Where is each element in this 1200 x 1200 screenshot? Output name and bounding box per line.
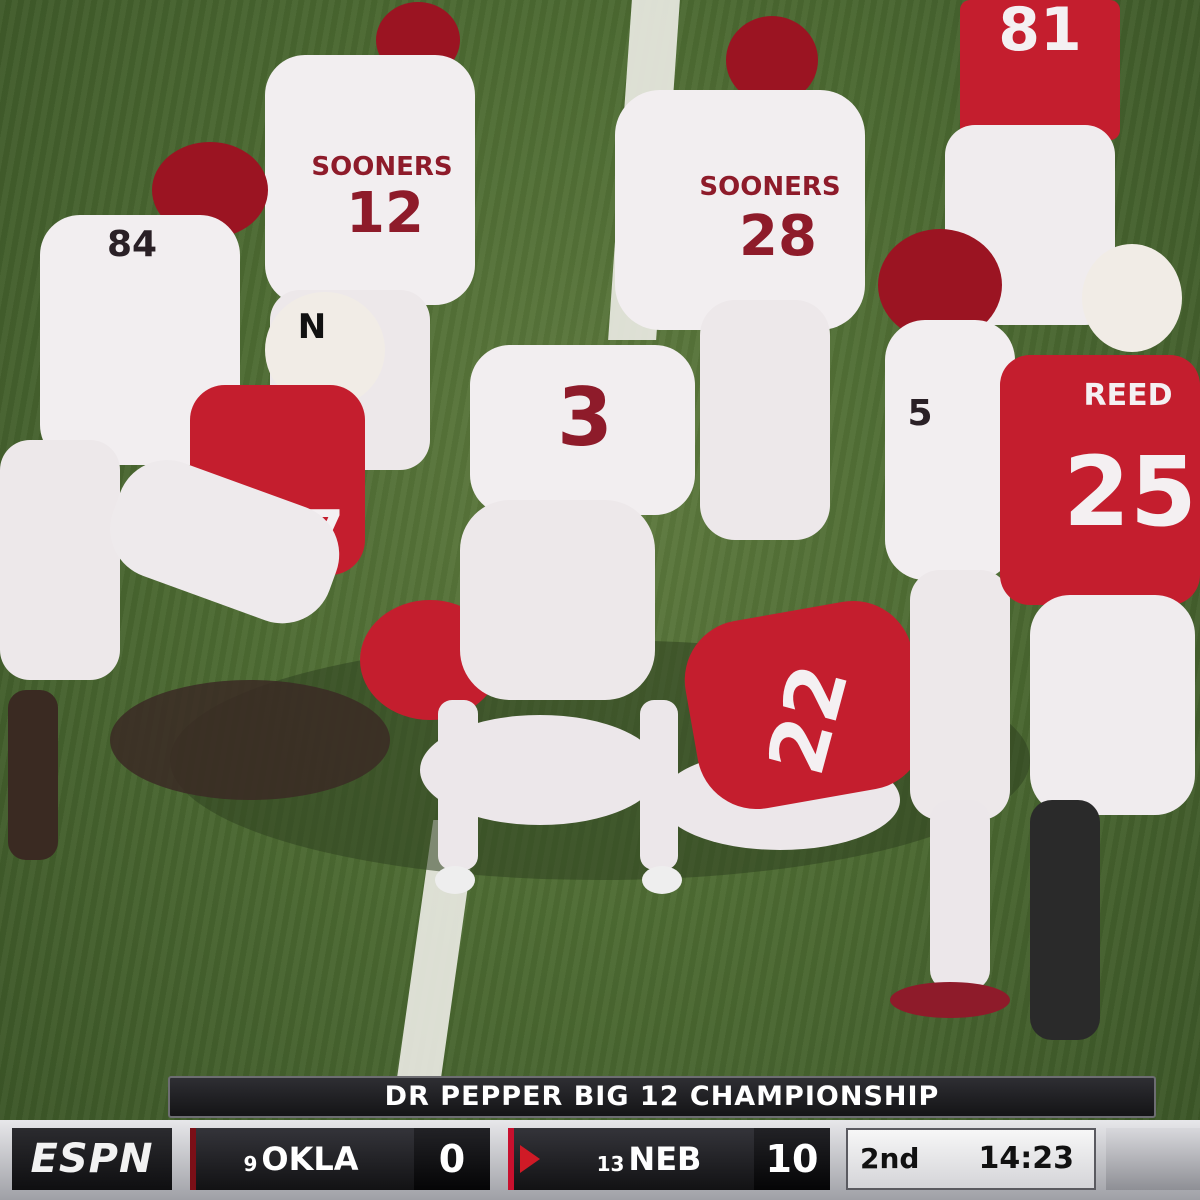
jersey-number: 25 [1063,436,1197,548]
home-team: 13 NEB 10 [508,1128,830,1190]
chest-text: SOONERS [699,172,840,202]
jersey-name: REED [1084,378,1173,413]
away-team: 9 OKLA 0 [190,1128,490,1190]
home-team-label: 13 NEB [544,1128,754,1196]
away-name: OKLA [261,1140,359,1178]
players-scene: 81 SOONERS 12 SOONERS 28 84 N 22 3 5 REE… [0,0,1200,1040]
jersey-number: 12 [346,181,424,246]
broadcast-title: DR PEPPER BIG 12 CHAMPIONSHIP [168,1076,1156,1118]
jersey-number: 84 [107,224,157,265]
game-clock: 2nd 14:23 [846,1128,1096,1190]
chest-text: SOONERS [311,152,452,182]
jersey-number: 28 [739,204,817,269]
away-score: 0 [414,1128,490,1190]
player-neb-25: REED 25 [1000,244,1200,1040]
clock: 14:23 [978,1141,1075,1176]
score-strip: ESPN 9 OKLA 0 13 NEB 10 2nd 14:23 [0,1120,1200,1200]
network-logo: ESPN [12,1128,172,1190]
scorebug: DR PEPPER BIG 12 CHAMPIONSHIP ESPN 9 OKLA… [0,1074,1200,1200]
football-broadcast-frame: 81 SOONERS 12 SOONERS 28 84 N 22 3 5 REE… [0,0,1200,1200]
scorebug-end-cap [1106,1128,1200,1190]
possession-arrow-icon [520,1145,540,1173]
jersey-number: 5 [907,393,932,434]
home-name: NEB [628,1140,702,1178]
home-score: 10 [754,1128,830,1190]
away-team-label: 9 OKLA [196,1128,406,1196]
jersey-number: 81 [998,0,1082,65]
jersey-number: 3 [557,371,613,464]
quarter: 2nd [860,1142,920,1175]
helmet-letter: N [298,307,326,347]
away-rank: 9 [243,1152,258,1176]
home-rank: 13 [596,1152,625,1176]
